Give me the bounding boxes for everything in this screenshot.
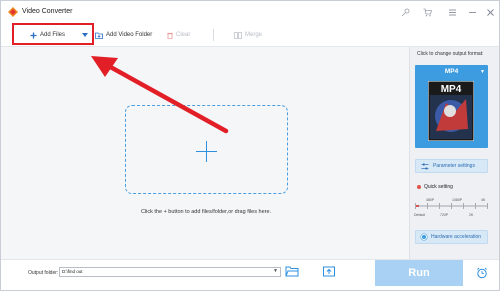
run-button[interactable]: Run: [375, 260, 463, 286]
chevron-down-icon: ▼: [480, 69, 485, 75]
hardware-acceleration-toggle-icon: [421, 234, 427, 240]
quality-label-4k: 4K: [481, 198, 486, 202]
quality-tick[interactable]: [475, 203, 476, 209]
annotation-highlight-box: [12, 23, 94, 45]
quality-label-2k: 2K: [469, 213, 474, 217]
open-output-folder-icon[interactable]: [322, 265, 336, 277]
mp4-format-icon: MP4: [428, 81, 474, 141]
hardware-acceleration-button[interactable]: Hardware acceleration: [415, 230, 488, 244]
toolbar-divider: [213, 29, 214, 41]
quick-setting-header: Quick setting: [417, 184, 453, 190]
clear-label: Clear: [176, 32, 191, 38]
output-folder-dropdown-icon[interactable]: ▼: [273, 268, 278, 274]
parameter-settings-button[interactable]: Parameter settings: [415, 159, 488, 173]
alarm-clock-icon: [477, 267, 487, 279]
quality-tick[interactable]: [463, 203, 464, 209]
quality-tick[interactable]: [439, 203, 440, 209]
quality-label-default: Default: [414, 213, 426, 217]
add-plus-icon-bar[interactable]: [196, 151, 217, 152]
quality-label-1080p: 1080P: [452, 198, 463, 202]
trash-icon: [167, 32, 173, 39]
close-icon[interactable]: [484, 6, 496, 18]
title-bar: Video Converter: [1, 1, 499, 23]
alarm-clock-button[interactable]: [467, 260, 497, 286]
app-logo-icon: [8, 7, 18, 17]
minimize-icon[interactable]: [466, 6, 478, 18]
app-window: Video Converter Add Files Add Video Fold…: [0, 0, 500, 291]
output-format-name: MP4: [444, 68, 459, 75]
mp4-image-text: MP4: [441, 84, 462, 95]
folder-add-icon: [95, 32, 103, 39]
merge-icon: [234, 31, 242, 39]
add-video-folder-button[interactable]: Add Video Folder: [95, 29, 152, 41]
drop-hint: Click the + button to add files/folder,o…: [140, 209, 272, 215]
clear-button[interactable]: Clear: [167, 29, 190, 41]
app-title: Video Converter: [22, 8, 73, 15]
output-folder-label: Output folder:: [28, 270, 59, 276]
key-icon[interactable]: [399, 6, 411, 18]
quality-label-480p: 480P: [426, 198, 435, 202]
quality-tick[interactable]: [487, 203, 488, 209]
menu-icon[interactable]: [446, 6, 458, 18]
quality-tick[interactable]: [415, 203, 416, 209]
parameter-settings-label: Parameter settings: [433, 163, 475, 169]
browse-folder-icon[interactable]: [285, 265, 299, 277]
quick-setting-dot-icon: [417, 185, 421, 189]
add-video-folder-label: Add Video Folder: [106, 32, 153, 38]
quality-tick[interactable]: [427, 203, 428, 209]
output-format-caption: Click to change output format:: [417, 51, 484, 57]
quality-tick[interactable]: [451, 203, 452, 209]
merge-button[interactable]: Merge: [234, 29, 262, 41]
hardware-acceleration-label: Hardware acceleration: [431, 234, 482, 240]
merge-label: Merge: [245, 32, 263, 38]
cart-icon[interactable]: [421, 6, 433, 18]
sliders-icon: [421, 163, 429, 169]
quick-setting-label: Quick setting: [424, 184, 453, 190]
quality-label-720p: 720P: [440, 213, 449, 217]
output-folder-field[interactable]: D:\find out: [59, 267, 281, 277]
